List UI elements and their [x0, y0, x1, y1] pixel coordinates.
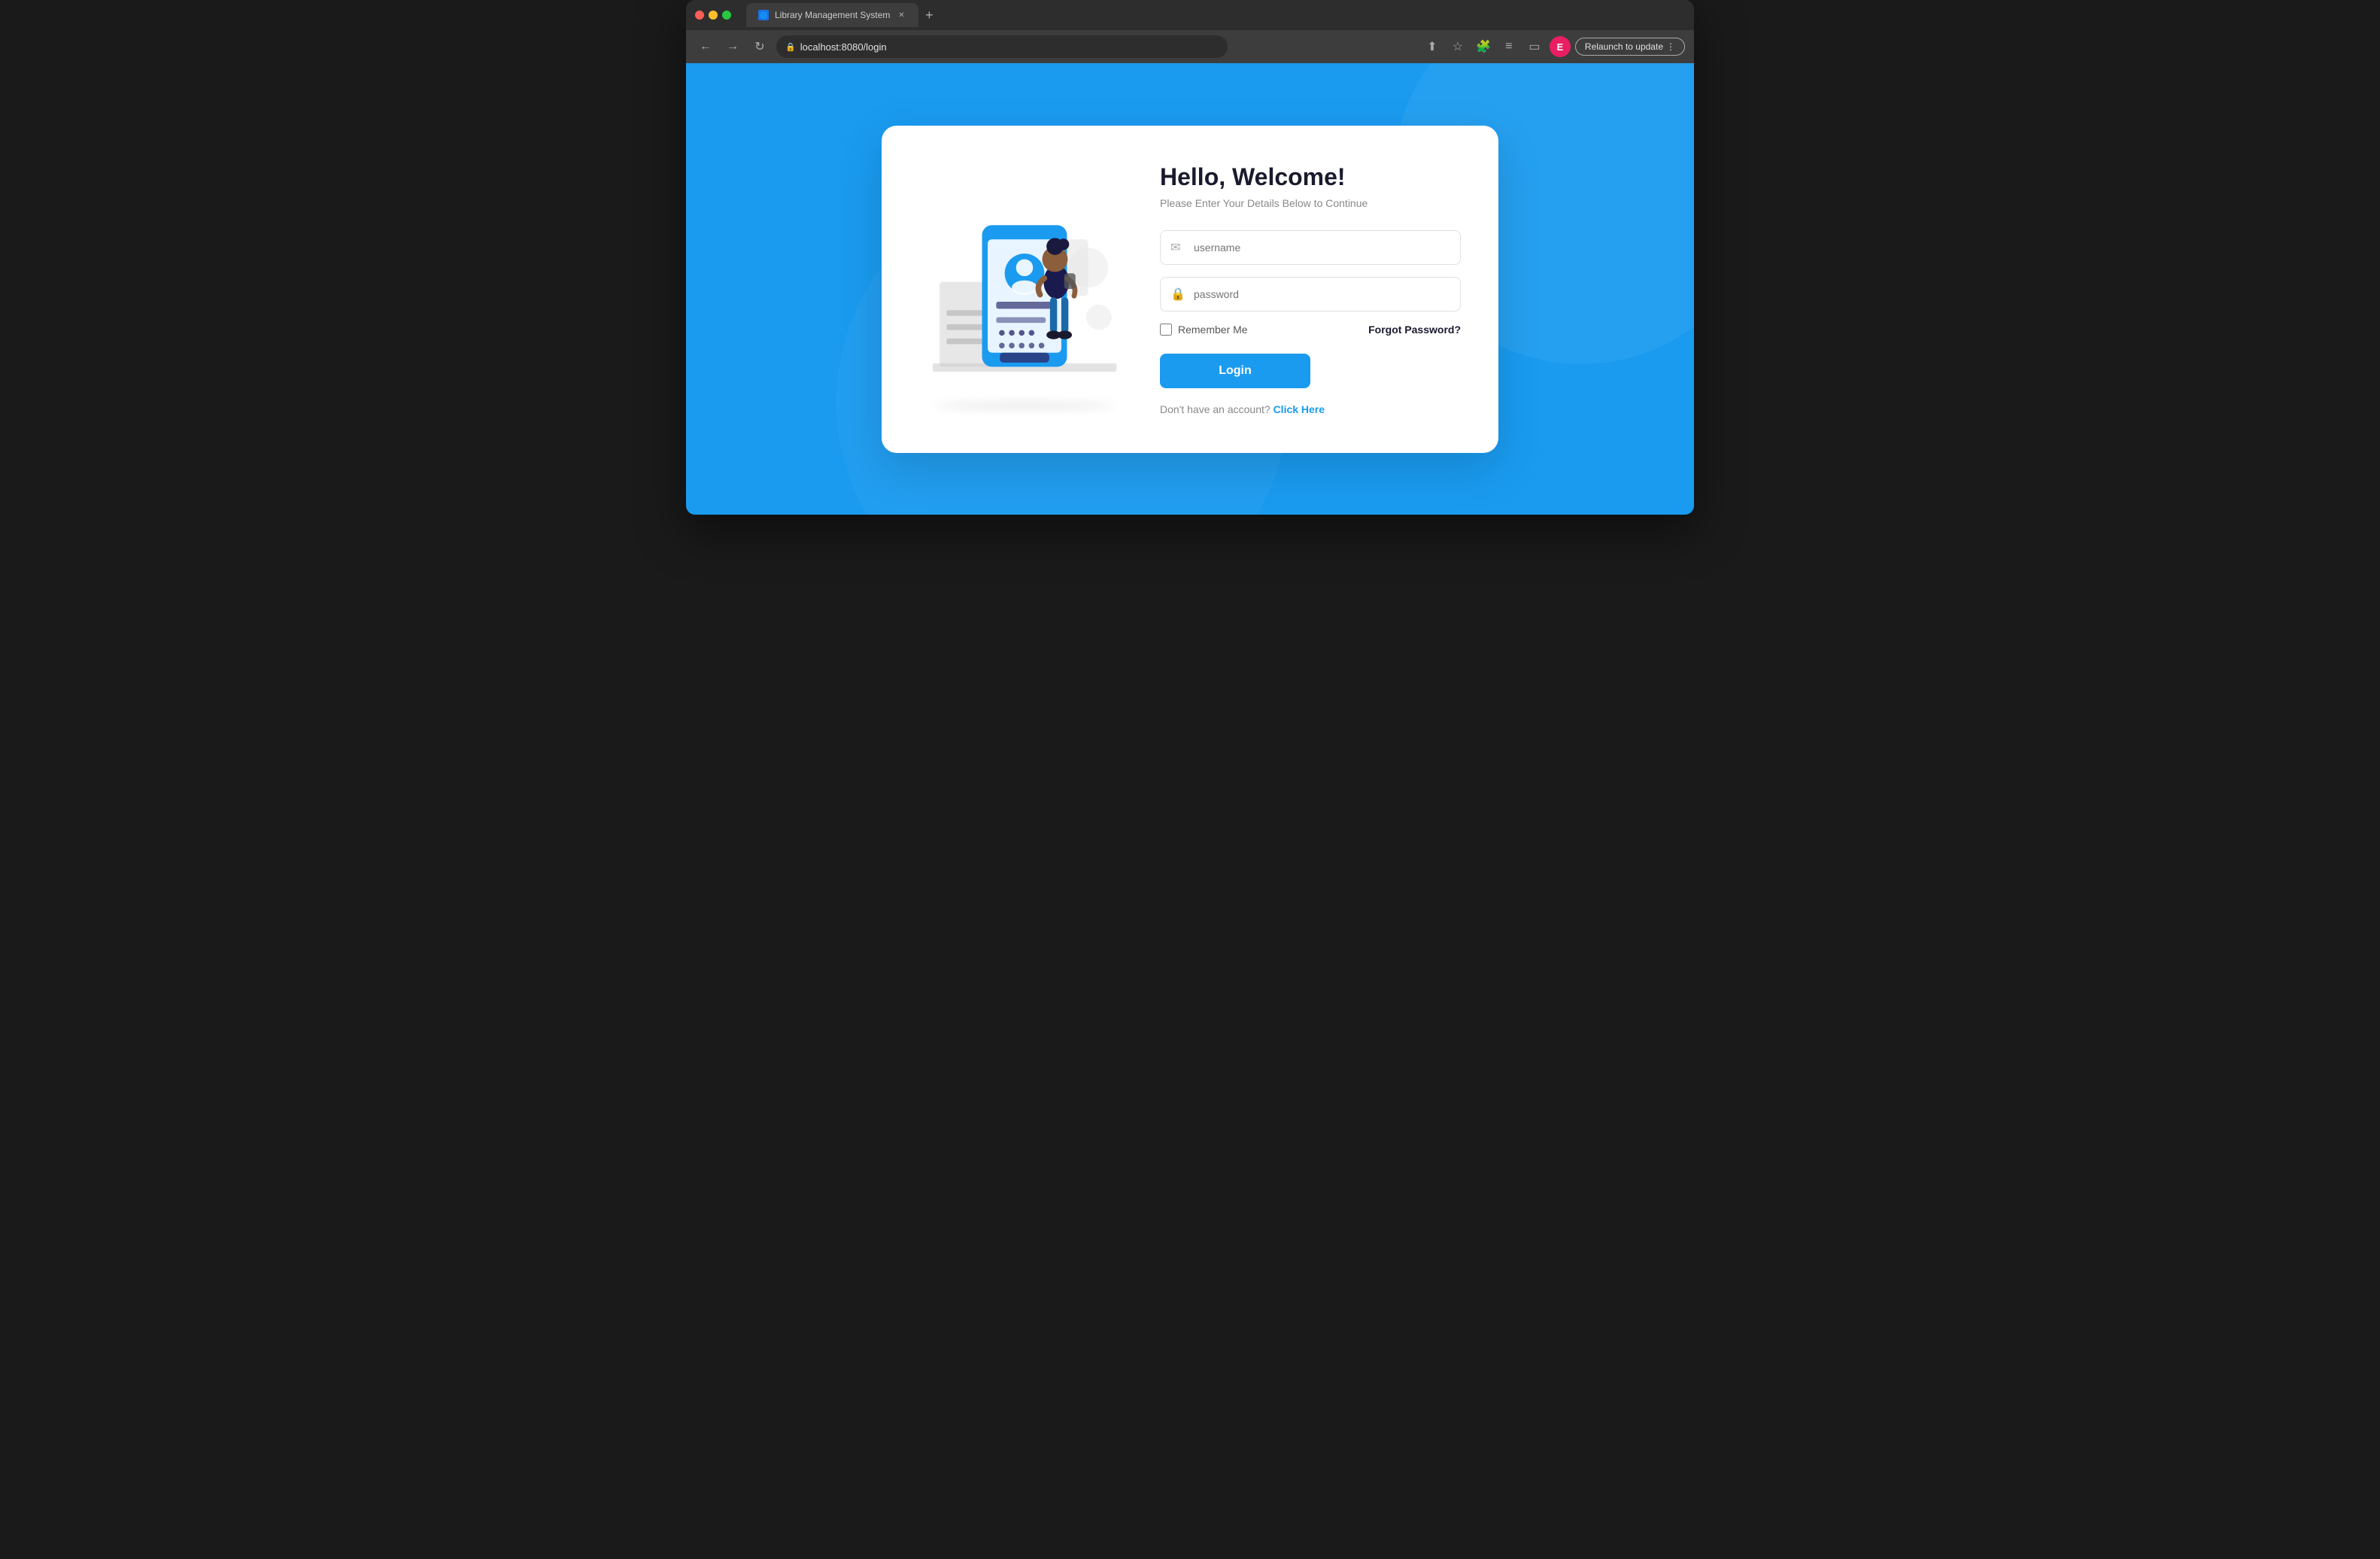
maximize-button[interactable]: [722, 11, 731, 20]
tab-title: Library Management System: [775, 10, 890, 20]
login-form: Hello, Welcome! Please Enter Your Detail…: [1160, 163, 1461, 415]
signup-link[interactable]: Click Here: [1273, 403, 1325, 415]
illustration: [919, 169, 1130, 409]
lock-icon: 🔒: [785, 42, 796, 52]
forward-button[interactable]: →: [722, 36, 743, 57]
username-input[interactable]: [1160, 230, 1461, 265]
share-icon[interactable]: ⬆: [1422, 36, 1443, 57]
password-input-group: 🔒: [1160, 277, 1461, 311]
bookmark-icon[interactable]: ☆: [1447, 36, 1468, 57]
relaunch-label: Relaunch to update: [1585, 41, 1663, 52]
remember-me-checkbox[interactable]: [1160, 324, 1172, 336]
profile-button[interactable]: E: [1550, 36, 1571, 57]
tab-manager-icon[interactable]: ≡: [1498, 36, 1519, 57]
relaunch-menu-icon: ⋮: [1666, 41, 1675, 52]
illustration-shadow: [934, 402, 1115, 409]
relaunch-button[interactable]: Relaunch to update ⋮: [1575, 38, 1685, 56]
page-content: Hello, Welcome! Please Enter Your Detail…: [686, 63, 1694, 515]
signup-prompt: Don't have an account?: [1160, 403, 1270, 415]
minimize-button[interactable]: [709, 11, 718, 20]
sidebar-icon[interactable]: ▭: [1524, 36, 1545, 57]
tab-bar: 🌐 Library Management System ✕ +: [746, 3, 1685, 27]
url-text: localhost:8080/login: [800, 41, 887, 53]
toolbar-actions: ⬆ ☆ 🧩 ≡ ▭ E Relaunch to update ⋮: [1422, 36, 1685, 57]
username-input-group: ✉: [1160, 230, 1461, 265]
lock-icon: 🔒: [1170, 287, 1185, 302]
title-bar: 🌐 Library Management System ✕ +: [686, 0, 1694, 30]
form-title: Hello, Welcome!: [1160, 163, 1461, 191]
signup-text: Don't have an account? Click Here: [1160, 403, 1461, 415]
tab-close-button[interactable]: ✕: [896, 10, 906, 20]
close-button[interactable]: [695, 11, 704, 20]
browser-window: 🌐 Library Management System ✕ + ← → ↻ 🔒 …: [686, 0, 1694, 515]
tab-favicon: 🌐: [758, 10, 769, 20]
new-tab-button[interactable]: +: [918, 5, 940, 26]
forgot-password-link[interactable]: Forgot Password?: [1368, 324, 1461, 336]
remember-me-text: Remember Me: [1178, 324, 1248, 336]
form-options: Remember Me Forgot Password?: [1160, 324, 1461, 336]
toolbar: ← → ↻ 🔒 localhost:8080/login ⬆ ☆ 🧩 ≡ ▭ E…: [686, 30, 1694, 63]
reload-button[interactable]: ↻: [749, 36, 770, 57]
login-button[interactable]: Login: [1160, 354, 1310, 388]
remember-me-label[interactable]: Remember Me: [1160, 324, 1248, 336]
active-tab[interactable]: 🌐 Library Management System ✕: [746, 3, 918, 27]
back-button[interactable]: ←: [695, 36, 716, 57]
extensions-icon[interactable]: 🧩: [1473, 36, 1494, 57]
login-card: Hello, Welcome! Please Enter Your Detail…: [882, 126, 1498, 453]
username-icon: ✉: [1170, 240, 1180, 255]
password-input[interactable]: [1160, 277, 1461, 311]
traffic-lights: [695, 11, 731, 20]
address-bar[interactable]: 🔒 localhost:8080/login: [776, 35, 1228, 58]
form-subtitle: Please Enter Your Details Below to Conti…: [1160, 197, 1461, 209]
